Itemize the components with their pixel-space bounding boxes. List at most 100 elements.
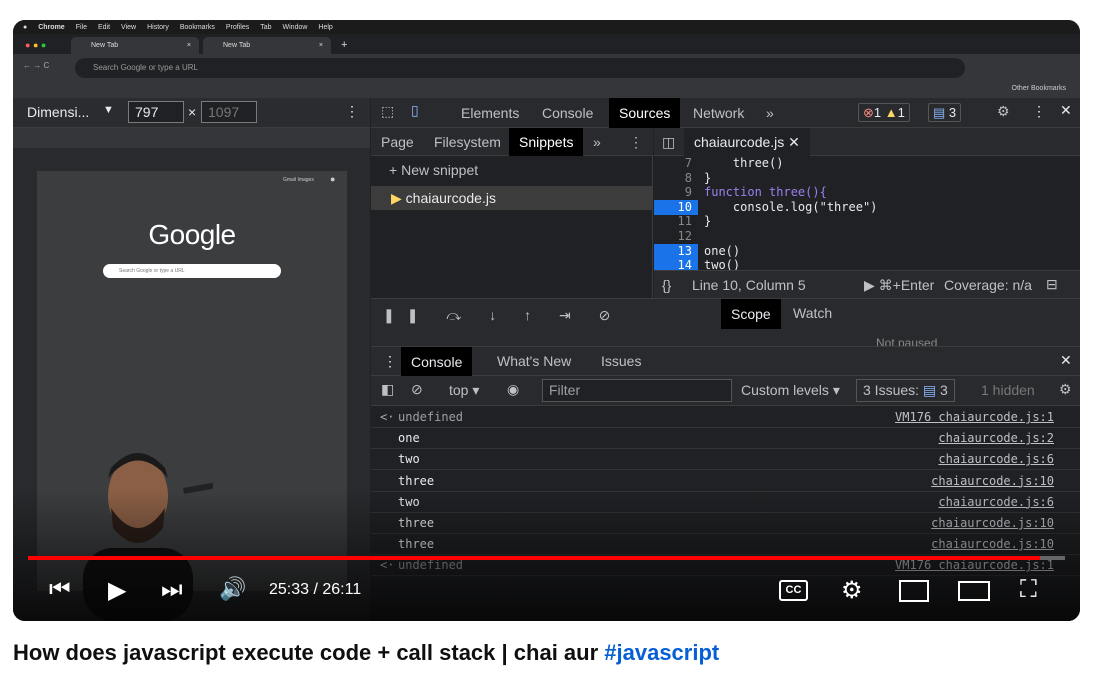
sidebar-toggle-icon[interactable]: ◧ [381, 381, 394, 398]
code-text: two() [704, 258, 741, 270]
fullscreen-icon[interactable]: ⛶ [1020, 576, 1037, 604]
source-link[interactable]: chaiaurcode.js:6 [938, 449, 1054, 470]
play-icon[interactable]: ▶ [108, 576, 126, 605]
levels-select[interactable]: Custom levels ▾ [741, 382, 840, 399]
source-link[interactable]: chaiaurcode.js:10 [931, 471, 1054, 492]
line-number[interactable]: 12 [654, 229, 698, 244]
braces-icon[interactable]: {} [662, 277, 671, 293]
more-tabs-icon[interactable]: » [766, 98, 774, 128]
return-arrow: <· [380, 410, 395, 424]
error-warning-badge[interactable]: ⊗1 ▲1 [858, 103, 910, 122]
run-hint[interactable]: ▶ ⌘+Enter [864, 277, 934, 294]
open-file-name: chaiaurcode.js [694, 134, 785, 150]
chevron-down-icon: ▾ [472, 382, 480, 398]
tab-snippets[interactable]: Snippets [509, 128, 584, 156]
line-number[interactable]: 8 [654, 171, 698, 186]
progress-fill [28, 556, 1041, 560]
menu-item: Chrome [38, 23, 65, 31]
times-icon: × [188, 104, 197, 120]
tab-network[interactable]: Network [693, 98, 744, 128]
tab-title: New Tab [223, 42, 251, 49]
omnibox: Search Google or type a URL [75, 58, 965, 78]
menu-item: History [147, 23, 169, 31]
tab-console-drawer[interactable]: Console [401, 347, 473, 377]
width-input[interactable]: 797 [128, 101, 184, 123]
close-icon[interactable]: ✕ [788, 134, 800, 150]
issues-label: 3 Issues: [863, 382, 920, 398]
new-snippet-button[interactable]: + New snippet [389, 162, 478, 178]
tab-page[interactable]: Page [381, 128, 414, 156]
code-text: one() [704, 243, 741, 258]
open-file-tab[interactable]: chaiaurcode.js ✕ [684, 128, 810, 156]
line-number[interactable]: 11 [654, 214, 698, 229]
console-message: undefined [398, 410, 464, 424]
video-player[interactable]: ● Chrome File Edit View History Bookmark… [13, 20, 1080, 621]
source-link[interactable]: chaiaurcode.js:2 [938, 428, 1054, 449]
tab-watch[interactable]: Watch [793, 305, 832, 321]
captions-icon[interactable]: CC [779, 580, 808, 601]
context-select[interactable]: top ▾ [449, 382, 479, 399]
close-icon[interactable]: ✕ [1060, 352, 1072, 369]
tab-sources[interactable]: Sources [609, 98, 681, 128]
line-number[interactable]: 13 [654, 243, 698, 259]
theater-mode-icon[interactable] [958, 581, 990, 601]
google-logo: Google [148, 219, 236, 250]
next-icon[interactable]: ⏭ [161, 576, 183, 604]
tab-scope[interactable]: Scope [721, 299, 781, 329]
error-count: 1 [873, 105, 882, 120]
tab-issues[interactable]: Issues [601, 353, 641, 369]
menu-item: Bookmarks [179, 23, 215, 31]
line-number[interactable]: 9 [654, 185, 698, 200]
tab-console[interactable]: Console [542, 98, 593, 128]
previous-icon[interactable]: ⏮ [49, 576, 71, 604]
clear-icon[interactable]: ⊘ [411, 381, 423, 398]
line-number[interactable]: 10 [654, 199, 698, 215]
more-icon[interactable]: ⋮ [629, 128, 643, 156]
eye-icon[interactable]: ◉ [507, 381, 519, 398]
line-number[interactable]: 7 [654, 156, 698, 171]
window-controls-icon: ● ● ● [25, 40, 47, 50]
dimensions-select[interactable]: Dimensi... [27, 104, 89, 120]
debugger-controls-icon[interactable]: ❚❚ ⤼ ↓ ↑ ⇥ ⊘ [383, 307, 622, 324]
more-icon[interactable]: ⋮ [383, 353, 397, 370]
volume-icon[interactable]: 🔊 [219, 576, 246, 602]
console-drawer-tabs: ⋮ Console What's New Issues ✕ [371, 346, 1080, 377]
video-title[interactable]: How does javascript execute code + call … [13, 640, 719, 666]
avatar: ● [330, 174, 336, 184]
more-icon[interactable]: ⋮ [1032, 103, 1046, 120]
source-link[interactable]: VM176 chaiaurcode.js:1 [895, 407, 1054, 428]
issues-button[interactable]: 3 Issues: ▤ 3 [856, 379, 955, 402]
hashtag-link[interactable]: #javascript [604, 640, 719, 665]
tab-whats-new[interactable]: What's New [497, 353, 571, 369]
code-editor[interactable]: 7 three() 8} 9 function three(){10 console.… [654, 156, 1080, 270]
line-number[interactable]: 14 [654, 258, 698, 270]
google-search-box: Search Google or type a URL [103, 264, 281, 278]
gear-icon[interactable]: ⚙ [1059, 381, 1072, 398]
snippet-item[interactable]: ▶ chaiaurcode.js [371, 186, 652, 210]
browser-tab-strip: ● ● ● New Tab × New Tab × + [13, 34, 1080, 54]
code-line: 8} [654, 171, 1080, 186]
hidden-count: 1 hidden [981, 382, 1035, 398]
inspect-icon[interactable]: ⬚ [381, 103, 394, 120]
console-row: one chaiaurcode.js:2 [371, 428, 1080, 450]
gear-icon[interactable]: ⚙ [841, 576, 863, 605]
sidebar-toggle-icon[interactable]: ◫ [662, 134, 675, 151]
code-text: three() [704, 156, 784, 170]
drawer-toggle-icon[interactable]: ⊟ [1046, 276, 1058, 293]
nav-arrows-icon: ← → C [23, 61, 50, 70]
more-tabs-icon[interactable]: » [593, 128, 601, 156]
close-icon[interactable]: ✕ [1060, 102, 1072, 119]
device-toggle-icon[interactable]: ▯ [411, 102, 419, 119]
height-input[interactable]: 1097 [201, 101, 257, 123]
more-icon[interactable]: ⋮ [345, 103, 359, 120]
editor-tabs: ◫ chaiaurcode.js ✕ [654, 128, 1080, 156]
issues-badge[interactable]: ▤ 3 [928, 103, 962, 122]
coverage-label: Coverage: n/a [944, 277, 1032, 293]
console-toolbar: ◧ ⊘ top ▾ ◉ Filter Custom levels ▾ 3 Iss… [371, 376, 1080, 406]
miniplayer-icon[interactable] [899, 580, 929, 602]
tab-elements[interactable]: Elements [461, 98, 519, 128]
code-text: console.log("three") [704, 199, 878, 214]
gear-icon[interactable]: ⚙ [997, 103, 1010, 120]
tab-filesystem[interactable]: Filesystem [434, 128, 501, 156]
filter-input[interactable]: Filter [542, 379, 732, 402]
